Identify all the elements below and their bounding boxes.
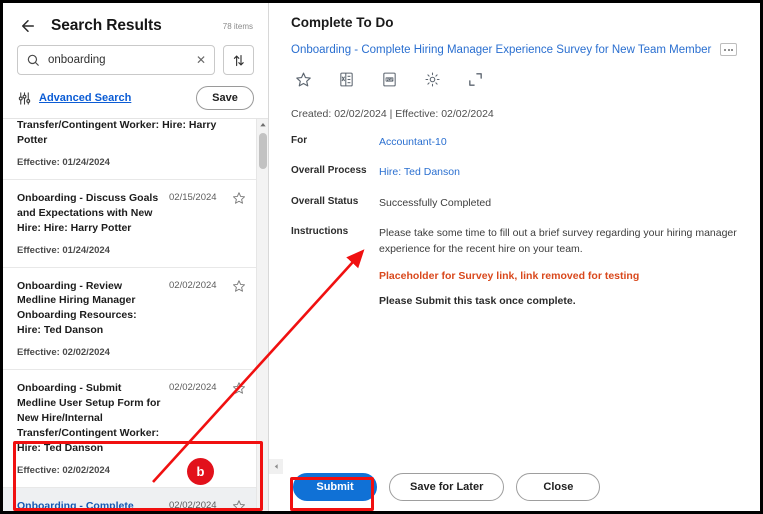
sort-arrows-icon[interactable] bbox=[223, 45, 254, 75]
search-results-list: Transfer/Contingent Worker: Hire: Harry … bbox=[3, 118, 268, 511]
instructions-highlight: Placeholder for Survey link, link remove… bbox=[379, 270, 742, 282]
search-icon bbox=[26, 53, 40, 67]
list-item-selected[interactable]: Onboarding - Complete Hiring Manager Exp… bbox=[3, 488, 256, 511]
expand-icon[interactable] bbox=[467, 71, 484, 88]
detail-field-value: Successfully Completed bbox=[379, 195, 491, 211]
detail-field-row: Overall StatusSuccessfully Completed bbox=[291, 195, 742, 211]
back-arrow-icon[interactable] bbox=[17, 15, 39, 37]
list-item-top: Onboarding - Discuss Goals and Expectati… bbox=[17, 191, 246, 236]
list-item[interactable]: Onboarding - Discuss Goals and Expectati… bbox=[3, 180, 256, 268]
list-item-title: Transfer/Contingent Worker: Hire: Harry … bbox=[17, 118, 246, 148]
star-icon[interactable] bbox=[232, 191, 246, 205]
item-count-label: 78 items bbox=[223, 22, 256, 31]
instructions-label: Instructions bbox=[291, 225, 379, 237]
list-item-effective-date: Effective: 01/24/2024 bbox=[17, 157, 246, 168]
star-icon[interactable] bbox=[232, 279, 246, 293]
task-subtitle-row: Onboarding - Complete Hiring Manager Exp… bbox=[291, 43, 742, 56]
svg-text:PDF: PDF bbox=[386, 78, 394, 82]
list-item-top: Onboarding - Submit Medline User Setup F… bbox=[17, 381, 246, 456]
list-item-top: Onboarding - Complete Hiring Manager Exp… bbox=[17, 499, 246, 511]
detail-field-label: For bbox=[291, 134, 379, 146]
list-item[interactable]: Onboarding - Submit Medline User Setup F… bbox=[3, 370, 256, 488]
task-detail-panel: Complete To Do Onboarding - Complete Hir… bbox=[269, 3, 760, 511]
star-icon[interactable] bbox=[232, 499, 246, 511]
star-icon[interactable] bbox=[295, 71, 312, 88]
advanced-search-link[interactable]: Advanced Search bbox=[39, 92, 131, 104]
detail-field-label: Overall Process bbox=[291, 164, 379, 176]
search-input[interactable]: onboarding ✕ bbox=[17, 45, 215, 75]
export-to-pdf-icon[interactable]: PDF bbox=[381, 71, 398, 88]
task-toolbar: PDF bbox=[291, 71, 742, 88]
submit-button[interactable]: Submit bbox=[293, 473, 377, 501]
search-row: onboarding ✕ bbox=[3, 45, 268, 75]
save-for-later-button[interactable]: Save for Later bbox=[389, 473, 504, 501]
list-item-title: Onboarding - Discuss Goals and Expectati… bbox=[17, 191, 169, 236]
list-item-date: 02/02/2024 bbox=[169, 279, 227, 291]
list-item-date: 02/02/2024 bbox=[169, 381, 227, 393]
screenshot-frame: Search Results 78 items onboarding ✕ bbox=[0, 0, 763, 514]
application-window: Search Results 78 items onboarding ✕ bbox=[3, 3, 760, 511]
scrollbar-thumb[interactable] bbox=[259, 133, 267, 169]
search-input-value: onboarding bbox=[48, 54, 192, 66]
list-item[interactable]: Onboarding - Review Medline Hiring Manag… bbox=[3, 268, 256, 371]
export-to-excel-icon[interactable] bbox=[338, 71, 355, 88]
task-fields: ForAccountant-10 Overall ProcessHire: Ted… bbox=[291, 134, 742, 211]
list-item-effective-date: Effective: 01/24/2024 bbox=[17, 245, 246, 256]
list-item-date: 02/15/2024 bbox=[169, 191, 227, 203]
detail-field-value[interactable]: Accountant-10 bbox=[379, 134, 447, 150]
close-button[interactable]: Close bbox=[516, 473, 600, 501]
detail-field-row: ForAccountant-10 bbox=[291, 134, 742, 150]
list-item-top: Transfer/Contingent Worker: Hire: Harry … bbox=[17, 118, 246, 148]
page-title: Search Results bbox=[51, 17, 162, 35]
filter-sliders-icon bbox=[17, 91, 32, 106]
save-button[interactable]: Save bbox=[196, 86, 254, 110]
gear-icon[interactable] bbox=[424, 71, 441, 88]
list-item-top: Onboarding - Review Medline Hiring Manag… bbox=[17, 279, 246, 339]
search-results-panel: Search Results 78 items onboarding ✕ bbox=[3, 3, 269, 511]
task-title: Complete To Do bbox=[291, 15, 742, 30]
task-footer: Submit Save for Later Close bbox=[269, 463, 760, 511]
detail-field-label: Overall Status bbox=[291, 195, 379, 207]
results-scrollbar[interactable] bbox=[256, 119, 268, 511]
detail-field-row: Overall ProcessHire: Ted Danson bbox=[291, 164, 742, 180]
star-icon[interactable] bbox=[232, 381, 246, 395]
task-detail-body: Complete To Do Onboarding - Complete Hir… bbox=[269, 3, 760, 463]
close-icon[interactable]: ✕ bbox=[192, 54, 206, 66]
task-subtitle-link[interactable]: Onboarding - Complete Hiring Manager Exp… bbox=[291, 44, 711, 56]
list-item-date: 02/02/2024 bbox=[169, 499, 227, 511]
created-effective-line: Created: 02/02/2024 | Effective: 02/02/2… bbox=[291, 108, 742, 120]
search-results-list-inner: Transfer/Contingent Worker: Hire: Harry … bbox=[3, 118, 256, 511]
search-results-header: Search Results 78 items bbox=[3, 3, 268, 43]
advanced-search-row: Advanced Search Save bbox=[3, 86, 268, 110]
collapse-panel-icon[interactable] bbox=[269, 459, 283, 474]
list-item-effective-date: Effective: 02/02/2024 bbox=[17, 465, 246, 476]
instructions-closing: Please Submit this task once complete. bbox=[379, 295, 742, 307]
scroll-up-arrow-icon[interactable] bbox=[257, 119, 268, 131]
list-item-title: Onboarding - Submit Medline User Setup F… bbox=[17, 381, 169, 456]
instructions-row: Instructions Please take some time to fi… bbox=[291, 225, 742, 308]
detail-field-value[interactable]: Hire: Ted Danson bbox=[379, 164, 460, 180]
instructions-paragraph: Please take some time to fill out a brie… bbox=[379, 225, 742, 258]
list-item-effective-date: Effective: 02/02/2024 bbox=[17, 347, 246, 358]
instructions-content: Please take some time to fill out a brie… bbox=[379, 225, 742, 308]
list-item-title: Onboarding - Review Medline Hiring Manag… bbox=[17, 279, 169, 339]
list-item-title: Onboarding - Complete Hiring Manager Exp… bbox=[17, 499, 169, 511]
list-item[interactable]: Transfer/Contingent Worker: Hire: Harry … bbox=[3, 118, 256, 180]
ellipsis-icon[interactable] bbox=[720, 43, 737, 56]
